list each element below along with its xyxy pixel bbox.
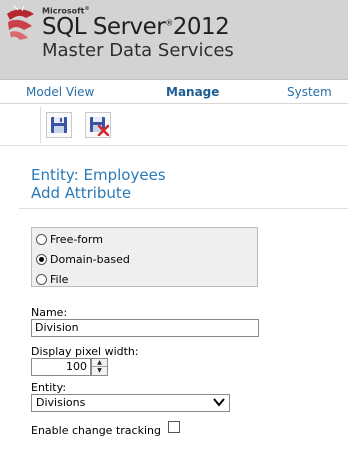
toolbar <box>0 104 348 146</box>
entity-label: Entity: <box>31 381 67 394</box>
radio-file[interactable]: File <box>36 271 68 287</box>
nav-manage[interactable]: Manage <box>166 85 219 99</box>
chevron-down-icon <box>213 398 225 407</box>
spin-up-icon[interactable]: ▲ <box>92 359 107 367</box>
radio-label: Free-form <box>50 232 103 246</box>
radio-label: File <box>50 272 69 286</box>
divider <box>19 208 348 209</box>
radio-button-selected[interactable] <box>36 253 47 265</box>
toolbar-divider <box>40 107 41 143</box>
radio-free-form[interactable]: Free-form <box>36 231 103 247</box>
save-and-close-icon <box>90 117 109 136</box>
nav-system[interactable]: System <box>287 85 332 99</box>
pixel-width-spinner: ▲ ▼ <box>91 358 108 376</box>
function-nav: Model View Manage System <box>0 80 348 104</box>
attribute-type-group: Free-form Domain-based File <box>31 227 258 287</box>
entity-select[interactable]: Divisions <box>31 394 230 412</box>
radio-button[interactable] <box>36 273 47 285</box>
radio-label: Domain-based <box>50 252 130 266</box>
page-title: Add Attribute <box>31 184 132 202</box>
spin-down-icon[interactable]: ▼ <box>92 367 107 375</box>
entity-select-value: Divisions <box>36 396 86 409</box>
pixel-width-label: Display pixel width: <box>31 345 139 358</box>
radio-domain-based[interactable]: Domain-based <box>36 251 130 267</box>
header-banner: Microsoft® SQL Server®2012 Master Data S… <box>0 0 348 80</box>
radio-button[interactable] <box>36 233 47 245</box>
change-tracking-checkbox[interactable] <box>168 421 180 433</box>
entity-heading: Entity: Employees <box>31 166 166 184</box>
name-input[interactable]: Division <box>31 319 259 337</box>
pixel-width-input[interactable]: 100 <box>31 358 91 376</box>
save-icon <box>51 117 67 133</box>
change-tracking-label: Enable change tracking <box>31 424 161 437</box>
product-name: SQL Server®2012 <box>42 14 230 40</box>
save-and-close-button[interactable] <box>85 112 111 138</box>
product-subtitle: Master Data Services <box>42 40 234 61</box>
name-label: Name: <box>31 306 68 319</box>
sql-server-logo-icon <box>7 5 34 40</box>
save-button[interactable] <box>46 112 72 138</box>
nav-model-view[interactable]: Model View <box>26 85 94 99</box>
